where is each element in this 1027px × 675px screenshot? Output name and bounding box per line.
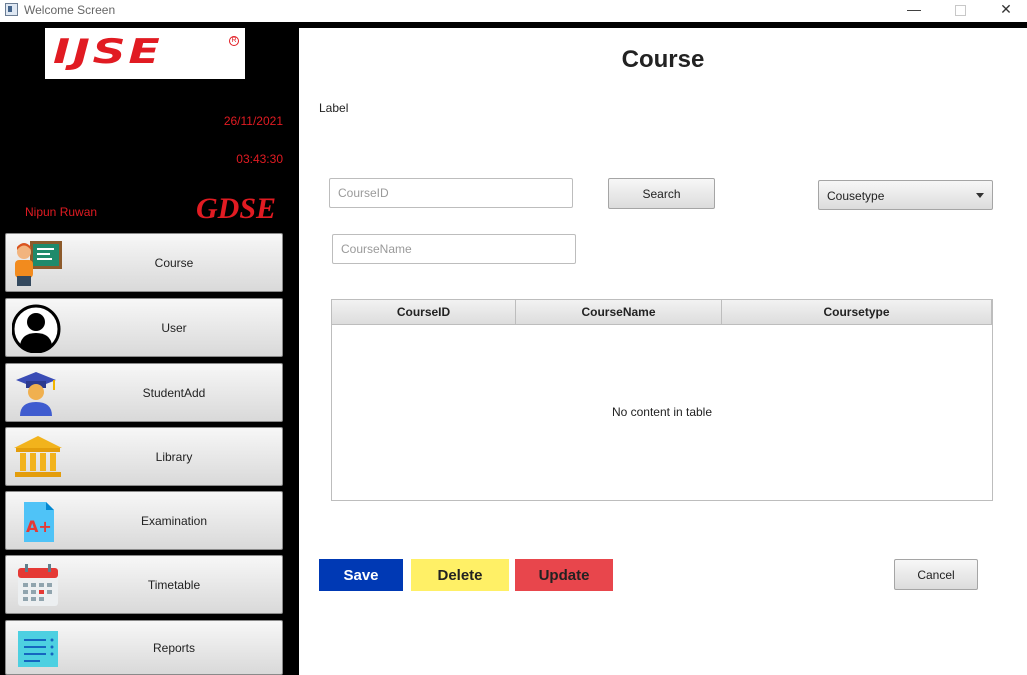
page-title: Course	[621, 46, 705, 73]
nav-course-button[interactable]: Course	[5, 233, 283, 292]
column-header-coursetype[interactable]: Coursetype	[722, 300, 992, 324]
coursetype-select[interactable]: Cousetype	[818, 180, 993, 210]
graduate-icon	[16, 372, 56, 416]
nav-timetable-label: Timetable	[147, 577, 201, 592]
nav-library-label: Library	[155, 449, 193, 464]
nav-user-button[interactable]: User	[5, 298, 283, 357]
calendar-icon	[18, 564, 58, 606]
nav-reports-button[interactable]: Reports	[5, 620, 283, 675]
close-button[interactable]: ✕	[983, 0, 1027, 22]
minimize-button[interactable]: —	[891, 0, 937, 22]
sidebar: IJSE R 26/11/2021 03:43:30 Nipun Ruwan G…	[0, 28, 299, 675]
app-icon	[5, 3, 18, 16]
logo-text: IJSE	[53, 32, 163, 72]
user-name: Nipun Ruwan	[25, 205, 98, 219]
nav-library-button[interactable]: Library	[5, 427, 283, 486]
nav-studentadd-label: StudentAdd	[142, 385, 206, 400]
nav-timetable-button[interactable]: Timetable	[5, 555, 283, 614]
save-button[interactable]: Save	[319, 559, 403, 591]
chevron-down-icon	[976, 193, 984, 198]
nav-examination-button[interactable]: A+ Examination	[5, 491, 283, 550]
maximize-button[interactable]	[937, 0, 983, 22]
delete-button[interactable]: Delete	[411, 559, 509, 591]
update-button[interactable]: Update	[515, 559, 613, 591]
nav-reports-label: Reports	[152, 640, 196, 655]
user-silhouette-icon	[12, 304, 61, 353]
teacher-icon	[15, 241, 62, 286]
title-bar: Welcome Screen — ✕	[0, 0, 1027, 22]
table-header: CourseID CourseName Coursetype	[332, 300, 992, 325]
column-header-coursename[interactable]: CourseName	[516, 300, 722, 324]
nav-examination-label: Examination	[140, 513, 208, 528]
status-label: Label	[319, 101, 349, 115]
nav-user-label: User	[161, 320, 187, 335]
current-time: 03:43:30	[236, 152, 283, 166]
maximize-icon	[954, 5, 966, 16]
report-list-icon	[18, 631, 58, 667]
svg-text:A+: A+	[26, 517, 52, 536]
search-button[interactable]: Search	[608, 178, 715, 209]
window-title: Welcome Screen	[24, 3, 116, 17]
cancel-button[interactable]: Cancel	[894, 559, 978, 590]
current-date: 26/11/2021	[223, 114, 283, 128]
course-name-input[interactable]	[332, 234, 576, 264]
registered-mark: R	[229, 36, 239, 46]
ijse-logo: IJSE R	[45, 28, 245, 79]
column-header-courseid[interactable]: CourseID	[332, 300, 516, 324]
table-empty-message: No content in table	[611, 405, 713, 419]
grade-document-icon: A+	[24, 502, 54, 542]
library-building-icon	[14, 436, 62, 477]
nav-studentadd-button[interactable]: StudentAdd	[5, 363, 283, 422]
nav-course-label: Course	[154, 255, 194, 270]
course-table[interactable]: CourseID CourseName Coursetype No conten…	[331, 299, 993, 501]
gdse-brand: GDSE	[196, 192, 277, 225]
coursetype-select-value: Cousetype	[827, 189, 885, 203]
course-id-input[interactable]	[329, 178, 573, 208]
